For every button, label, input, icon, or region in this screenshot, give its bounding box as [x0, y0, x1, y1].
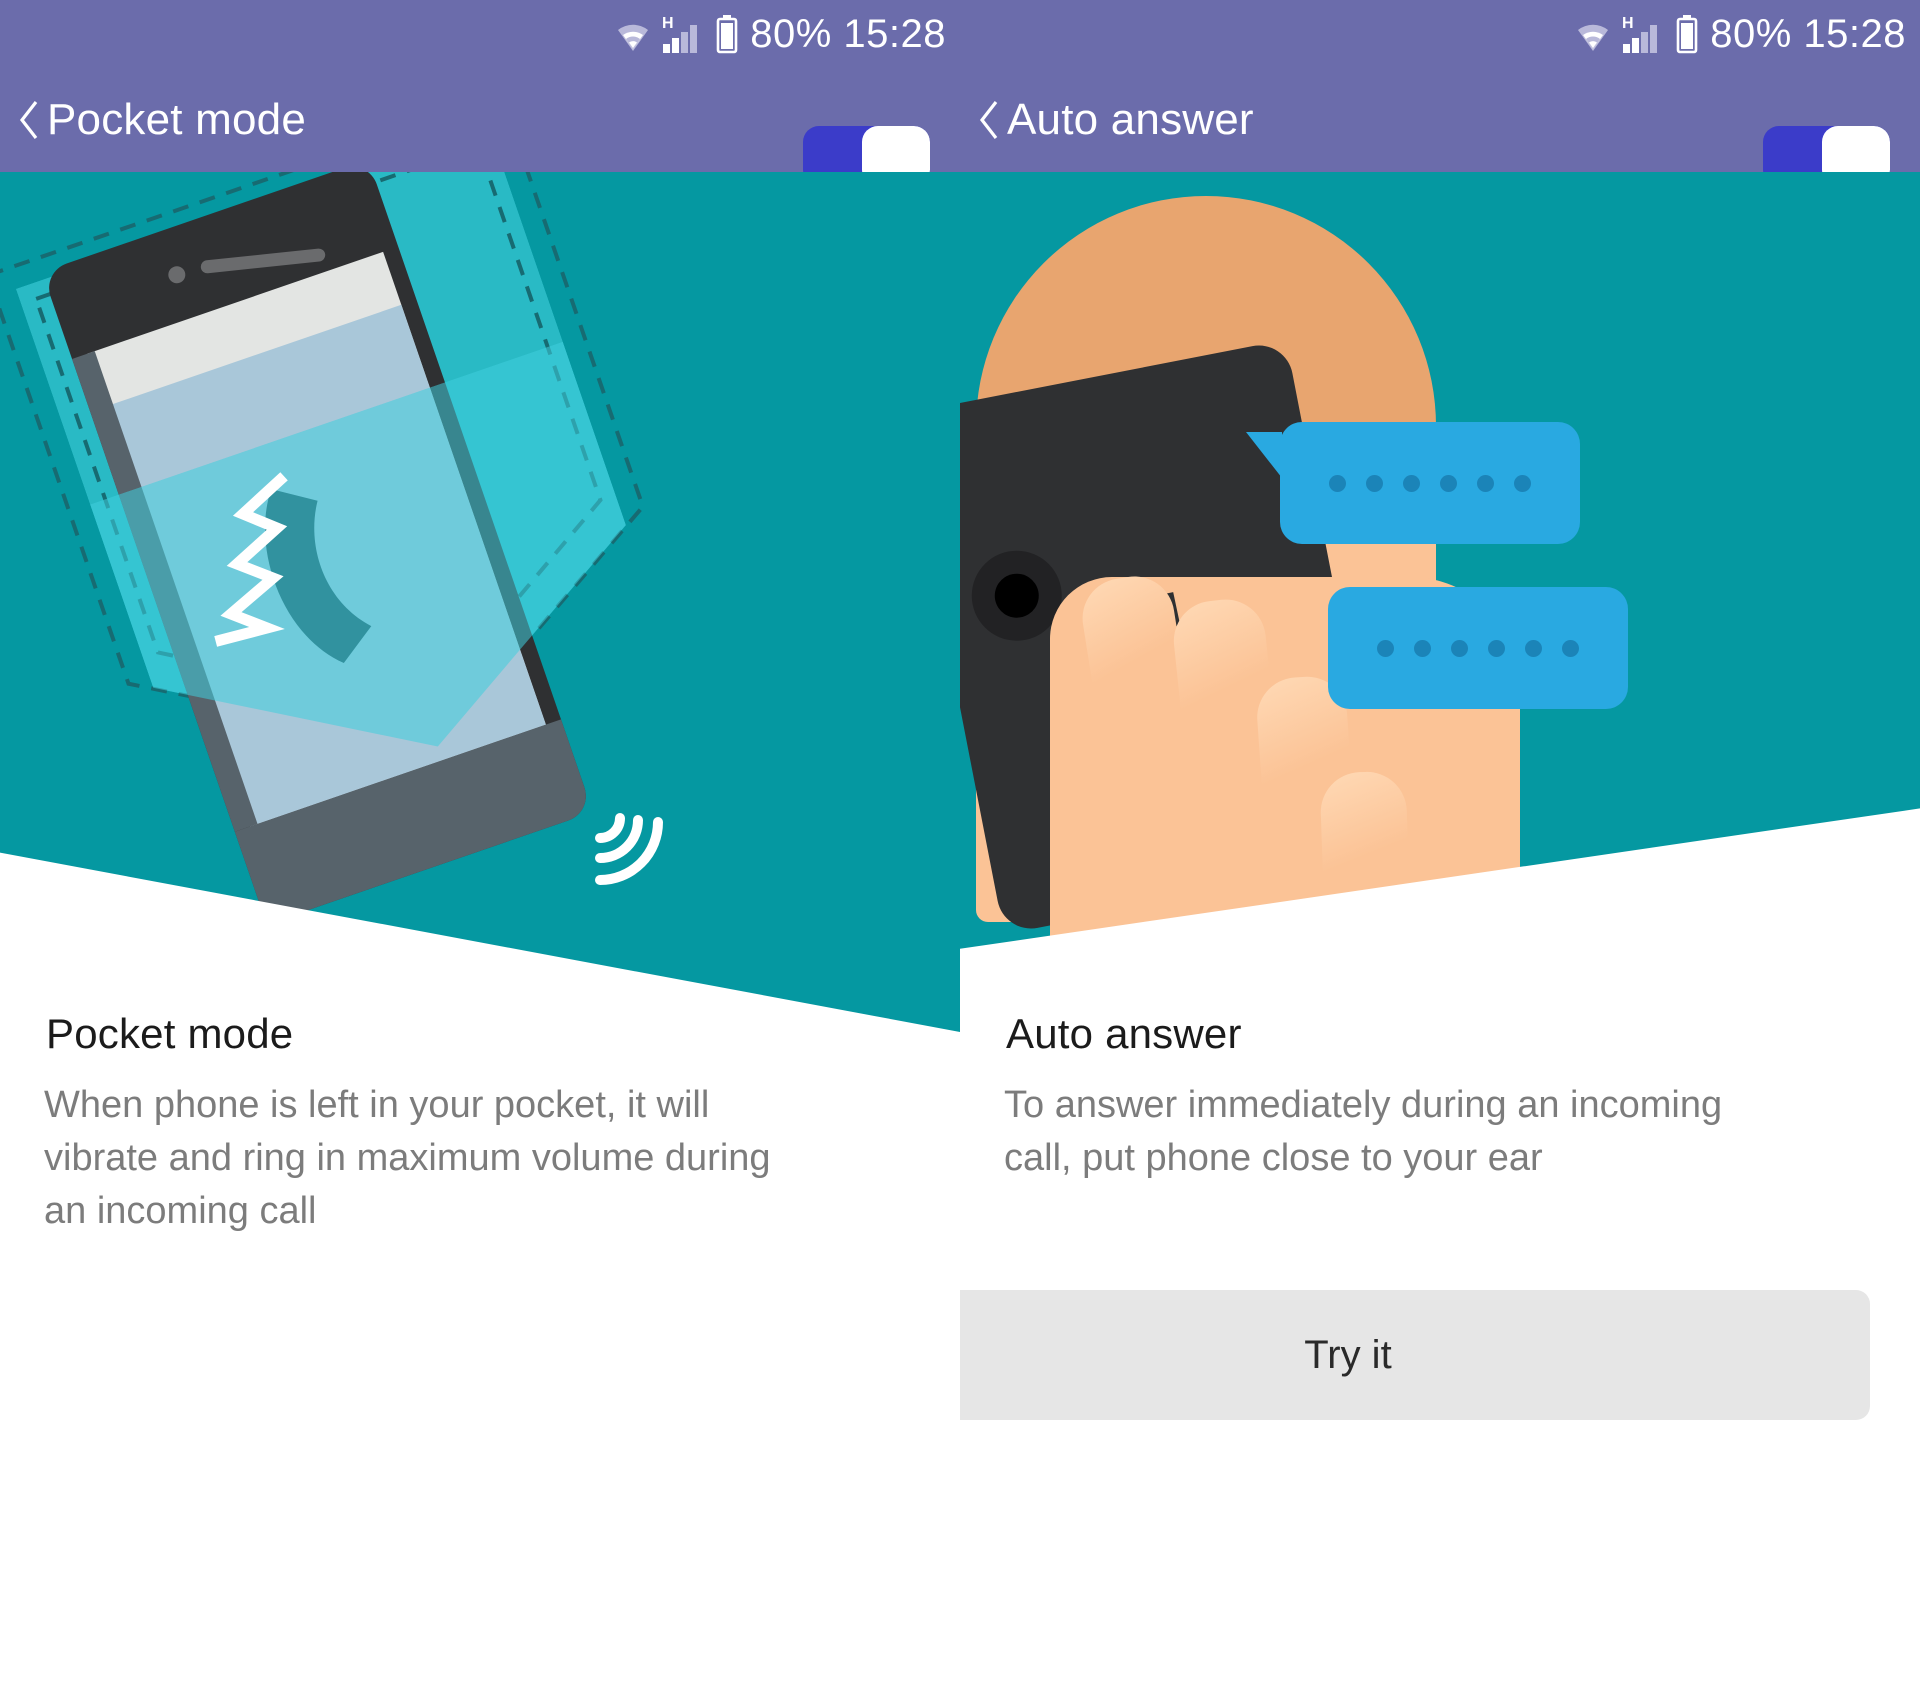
status-icons-right: H	[1573, 14, 1699, 54]
chevron-left-icon	[979, 101, 998, 139]
battery-icon	[716, 15, 738, 54]
speech-bubble-icon	[1246, 422, 1580, 544]
section-title-pocket-mode: Pocket mode	[46, 1010, 294, 1057]
status-battery-time-right: 80% 15:28	[1710, 11, 1906, 56]
bubble-dot	[1514, 474, 1531, 492]
bubble-dot	[1562, 639, 1579, 657]
section-description-pocket-mode: When phone is left in your pocket, it wi…	[44, 1084, 771, 1232]
status-battery-time-left: 80% 15:28	[750, 11, 946, 56]
bubble-tail	[1246, 432, 1282, 478]
bubble-dot	[1329, 474, 1346, 492]
status-icons-left: H	[613, 14, 739, 54]
appbar-auto-answer: Auto answer	[960, 68, 1920, 186]
back-button-right[interactable]	[974, 98, 1004, 142]
appbar-title-right: Auto answer	[1007, 95, 1254, 144]
status-bar-left: H 80% 15:28	[0, 0, 960, 68]
bubble-dot	[1477, 474, 1494, 492]
content-pocket-mode: Pocket mode When phone is left in your p…	[0, 1010, 960, 1707]
svg-text:H: H	[662, 15, 674, 32]
speech-bubble-icon	[1328, 587, 1628, 709]
bubble-dot	[1377, 639, 1394, 657]
appbar-title-left: Pocket mode	[47, 95, 307, 144]
battery-icon	[1676, 15, 1698, 54]
bubble-dot	[1440, 474, 1457, 492]
vibration-icon	[214, 472, 288, 647]
wifi-icon	[618, 24, 649, 51]
try-it-button[interactable]: Try it	[960, 1290, 1870, 1420]
bubble-dot	[1451, 639, 1468, 657]
bubble-dot	[1366, 474, 1383, 492]
chevron-left-icon	[19, 101, 38, 139]
section-description-auto-answer: To answer immediately during an incoming…	[1004, 1084, 1723, 1179]
illustration-auto-answer	[960, 172, 1920, 1032]
status-bar-right: H 80% 15:28	[960, 0, 1920, 68]
content-auto-answer: Auto answer To answer immediately during…	[960, 1010, 1920, 1707]
ringing-sound-icon	[595, 813, 663, 885]
bubble-dot	[1488, 639, 1505, 657]
bubble-dot	[1403, 474, 1420, 492]
wifi-icon	[1578, 24, 1609, 51]
signal-icon: H	[1622, 15, 1658, 53]
svg-text:H: H	[1622, 15, 1634, 32]
pane-pocket-mode: H 80% 15:28 Pocket mode Pocket mode When…	[0, 0, 960, 1707]
screen-root: H 80% 15:28 Pocket mode Pocket mode When…	[0, 0, 1920, 1707]
bubble-dot	[1414, 639, 1431, 657]
appbar-pocket-mode: Pocket mode	[0, 68, 960, 186]
section-title-auto-answer: Auto answer	[1006, 1010, 1242, 1057]
back-button-left[interactable]	[14, 98, 44, 142]
pane-auto-answer: H 80% 15:28 Auto answer Auto answer To a…	[960, 0, 1920, 1707]
bubble-dot	[1525, 639, 1542, 657]
illustration-pocket-mode	[0, 172, 960, 1032]
signal-icon: H	[662, 15, 698, 53]
